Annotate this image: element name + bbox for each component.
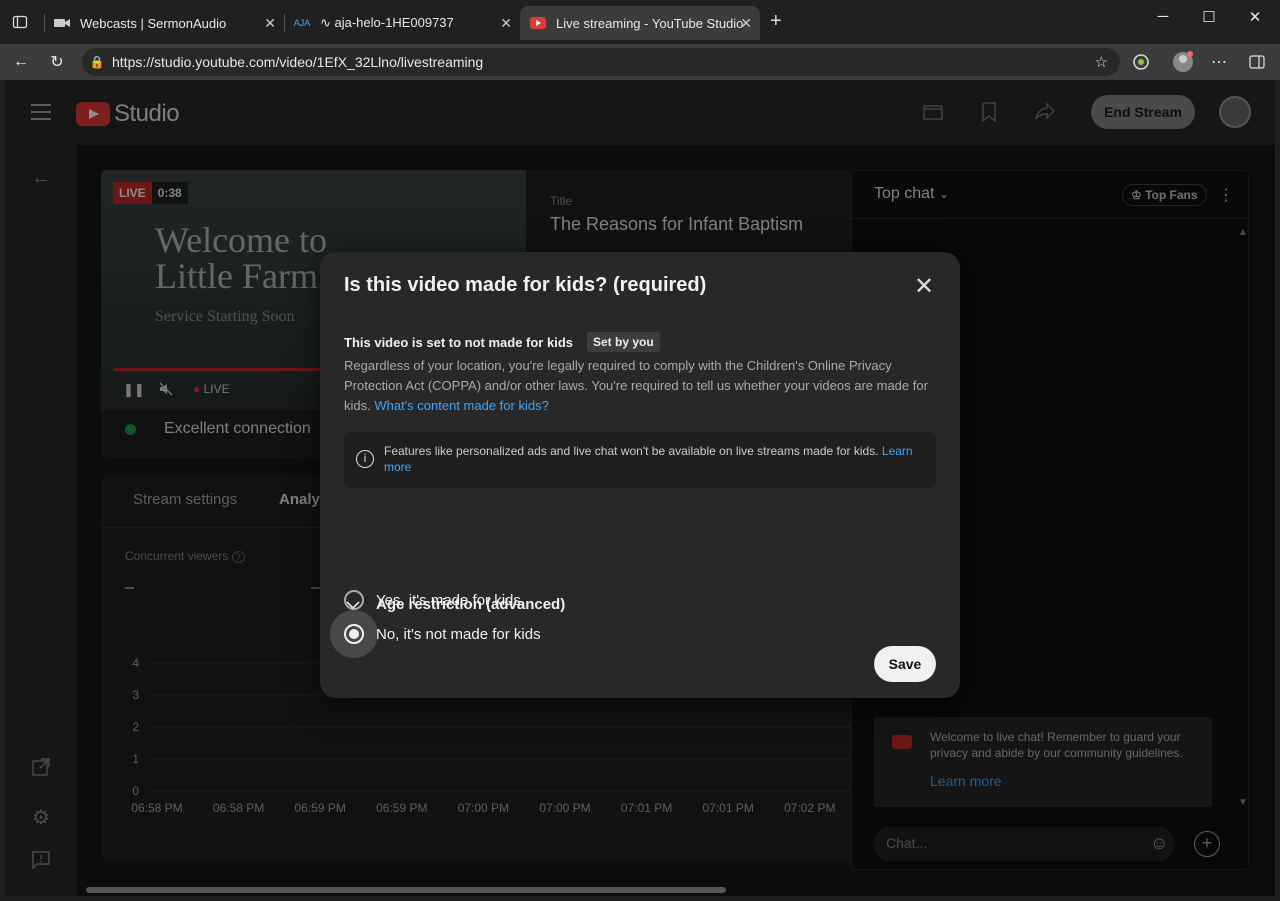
tab-aja-helo[interactable]: AJA ∿ aja-helo-1HE009737 ✕ [284,6,520,40]
aja-logo-icon: AJA [293,18,311,28]
age-restriction-toggle[interactable]: Age restriction (advanced) [346,596,565,613]
content-made-for-kids-link[interactable]: What's content made for kids? [374,398,548,413]
chevron-down-icon [346,597,362,613]
tab-label: ∿ aja-helo-1HE009737 [320,15,454,30]
kids-status: This video is set to not made for kids S… [344,332,660,352]
tab-sermonaudio[interactable]: Webcasts | SermonAudio ✕ [44,6,284,40]
set-by-you-chip: Set by you [587,332,660,352]
radio-label: No, it's not made for kids [376,625,541,643]
url-text: https://studio.youtube.com/video/1EfX_32… [112,54,484,70]
save-button[interactable]: Save [874,646,936,682]
extension-icon[interactable] [1128,50,1154,74]
radio-no-not-made-for-kids[interactable]: No, it's not made for kids [330,610,541,658]
made-for-kids-dialog: Is this video made for kids? (required) … [320,252,960,698]
age-restriction-label: Age restriction (advanced) [376,596,566,613]
tab-actions-icon[interactable] [6,8,34,36]
coppa-description: Regardless of your location, you're lega… [344,356,944,416]
address-bar[interactable]: 🔒 https://studio.youtube.com/video/1EfX_… [82,48,1120,76]
info-message: Features like personalized ads and live … [384,444,879,458]
studio-page: Studio End Stream ← ⚙ LIVE 0:38 Welcome … [5,80,1275,896]
reload-icon[interactable]: ↻ [44,50,70,74]
tab-youtube-studio[interactable]: Live streaming - YouTube Studio ✕ [520,6,760,40]
tab-label: Webcasts | SermonAudio [80,15,227,31]
sidebar-toggle-icon[interactable] [1244,50,1270,74]
tab-close-icon[interactable]: ✕ [264,15,276,32]
back-icon[interactable]: ← [8,50,34,74]
profile-icon[interactable] [1170,50,1196,74]
info-icon: i [356,450,374,468]
maximize-icon[interactable]: ☐ [1186,8,1232,26]
dialog-title: Is this video made for kids? (required) [344,274,707,296]
info-text: Features like personalized ads and live … [384,443,924,475]
youtube-icon [530,15,546,31]
horizontal-scrollbar[interactable] [86,887,726,893]
close-icon[interactable]: ✕ [914,272,934,301]
minimize-icon[interactable]: ─ [1140,8,1186,25]
browser-toolbar: ← ↻ 🔒 https://studio.youtube.com/video/1… [0,44,1280,80]
more-menu-icon[interactable]: ⋯ [1206,50,1232,74]
lock-icon: 🔒 [89,55,105,69]
browser-window: Webcasts | SermonAudio ✕ AJA ∿ aja-helo-… [0,0,1280,901]
info-box: i Features like personalized ads and liv… [344,432,936,488]
tab-strip: Webcasts | SermonAudio ✕ AJA ∿ aja-helo-… [0,0,1280,44]
tab-label: Live streaming - YouTube Studio [556,15,744,31]
favorite-star-icon[interactable]: ☆ [1095,53,1108,71]
tab-close-icon[interactable]: ✕ [500,15,512,32]
radio-button[interactable] [344,624,364,644]
kids-status-text: This video is set to not made for kids [344,334,573,350]
new-tab-icon[interactable]: + [770,10,782,33]
tab-close-icon[interactable]: ✕ [740,15,752,32]
camera-icon [54,15,70,31]
close-window-icon[interactable]: ✕ [1232,8,1278,26]
